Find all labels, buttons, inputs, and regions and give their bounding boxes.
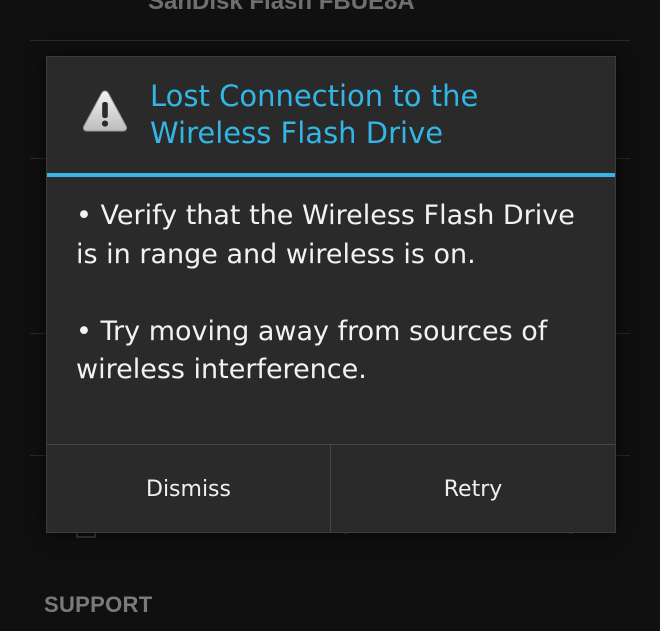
dialog-title: Lost Connection to the Wireless Flash Dr… bbox=[150, 79, 479, 150]
screen: SanDisk Flash FBUE8A SUPPORT Lost Connec… bbox=[0, 0, 660, 631]
warning-icon bbox=[83, 90, 127, 132]
dialog-message: • Verify that the Wireless Flash Drive i… bbox=[76, 197, 596, 390]
background-section-header: SUPPORT bbox=[44, 592, 153, 617]
dismiss-button[interactable]: Dismiss bbox=[47, 445, 331, 533]
dialog-header: Lost Connection to the Wireless Flash Dr… bbox=[47, 57, 615, 173]
dialog-button-bar: Dismiss Retry bbox=[47, 444, 615, 533]
dialog-title-divider bbox=[47, 173, 615, 177]
dialog-bullet: • Verify that the Wireless Flash Drive i… bbox=[76, 200, 575, 270]
background-device-title: SanDisk Flash FBUE8A bbox=[148, 0, 415, 15]
dialog-bullet: • Try moving away from sources of wirele… bbox=[76, 315, 548, 386]
background-divider bbox=[30, 40, 630, 41]
retry-button[interactable]: Retry bbox=[331, 445, 615, 533]
lost-connection-dialog: Lost Connection to the Wireless Flash Dr… bbox=[46, 56, 616, 533]
